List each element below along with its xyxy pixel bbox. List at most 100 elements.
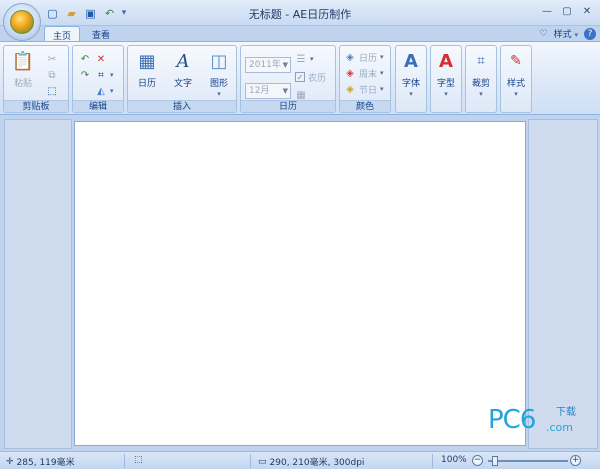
shapes-icon: ◫ xyxy=(210,50,228,72)
group-color: ◈ 日历 ▾ ◈ 周末 ▾ ◈ 节日 ▾ 颜色 xyxy=(339,45,391,113)
chevron-down-icon: ▾ xyxy=(479,90,483,98)
chevron-down-icon: ▾ xyxy=(380,85,384,93)
selection-icon: ⬚ xyxy=(47,85,57,97)
right-tools: ♡ 样式 ▾ ? xyxy=(540,27,596,40)
status-divider xyxy=(432,454,433,468)
maximize-button[interactable]: ▢ xyxy=(558,3,576,21)
color-day-button[interactable]: ◈ 日历 ▾ xyxy=(344,50,383,64)
font-type-label: 字型 xyxy=(436,79,455,89)
chevron-down-icon: ▾ xyxy=(409,90,413,98)
delete-button[interactable]: ✕ xyxy=(95,52,107,66)
page-size-value: 290, 210毫米, 300dpi xyxy=(269,458,365,468)
month-value: 12月 xyxy=(249,86,270,96)
window-controls: — ▢ ✕ xyxy=(538,3,596,21)
watermark-com: .com xyxy=(546,421,573,434)
frame-icon: ⌗ xyxy=(98,69,104,81)
undo-button[interactable]: ↶ xyxy=(79,52,91,66)
insert-calendar-label: 日历 xyxy=(137,79,156,89)
crop-button[interactable]: ⌗ 裁剪 ▾ xyxy=(466,49,496,99)
cursor-position: ✛ 285, 119毫米 xyxy=(6,455,75,469)
style-pen-icon: ✎ xyxy=(510,53,522,69)
zoom-in-button[interactable]: + xyxy=(570,455,581,466)
close-button[interactable]: ✕ xyxy=(578,3,596,21)
style-menu-label: 样式 xyxy=(553,30,572,40)
redo-arrow-icon: ↷ xyxy=(80,69,90,81)
color-weekend-button[interactable]: ◈ 周末 ▾ xyxy=(344,66,384,80)
crop-label: 裁剪 xyxy=(471,79,490,89)
checkbox-icon: ✓ xyxy=(295,72,305,82)
cursor-position-value: 285, 119毫米 xyxy=(16,458,75,468)
month-combo[interactable]: 12月 ▼ xyxy=(245,83,291,99)
paint-bucket-icon: ◈ xyxy=(346,83,354,95)
minimize-button[interactable]: — xyxy=(538,3,556,21)
watermark-logo: PC6 下载 .com xyxy=(488,403,588,437)
lunar-checkbox[interactable]: ✓ 农历 xyxy=(295,70,326,84)
group-font: A 字体 ▾ xyxy=(395,45,427,113)
copy-icon: ⧉ xyxy=(48,69,56,81)
watermark-main: PC6 xyxy=(488,405,536,435)
calendar-grid-icon: ▦ xyxy=(138,50,156,72)
align-button[interactable]: ◭ ▾ xyxy=(95,84,113,98)
crosshair-icon: ✛ xyxy=(6,456,14,467)
group-crop: ⌗ 裁剪 ▾ xyxy=(465,45,497,113)
app-logo-icon xyxy=(10,10,34,34)
chevron-down-icon: ▼ xyxy=(282,87,288,95)
chevron-down-icon: ▼ xyxy=(282,61,288,69)
cut-button[interactable]: ✂ xyxy=(46,52,58,66)
zoom-slider-thumb[interactable] xyxy=(491,456,498,466)
chevron-down-icon: ▾ xyxy=(380,69,384,77)
group-style: ✎ 样式 ▾ xyxy=(500,45,532,113)
tab-home[interactable]: 主页 xyxy=(44,26,81,42)
paint-bucket-icon: ◈ xyxy=(346,67,354,79)
ribbon-tabs: 主页 查看 xyxy=(44,26,118,42)
status-divider xyxy=(124,454,125,468)
page-size: ▭ 290, 210毫米, 300dpi xyxy=(258,455,365,469)
insert-shape-button[interactable]: ◫ 图形 ▾ xyxy=(204,49,234,99)
font-button[interactable]: A 字体 ▾ xyxy=(396,49,426,99)
group-label-color: 颜色 xyxy=(340,100,390,112)
year-value: 2011年 xyxy=(249,60,281,70)
year-combo[interactable]: 2011年 ▼ xyxy=(245,57,291,73)
color-day-label: 日历 xyxy=(359,53,378,64)
chevron-down-icon: ▾ xyxy=(444,90,448,98)
style-menu[interactable]: 样式 ▾ xyxy=(554,27,578,40)
zoom-out-button[interactable]: − xyxy=(472,455,483,466)
group-clipboard: 📋 粘贴 ✂ ⧉ ⬚ 剪贴板 xyxy=(3,45,69,113)
canvas-page[interactable] xyxy=(74,121,526,446)
paste-label: 粘贴 xyxy=(13,79,32,89)
insert-text-button[interactable]: A 文字 xyxy=(168,49,198,99)
title-bar: ▢ ▰ ▣ ↶ ▾ 无标题 - AE日历制作 — ▢ ✕ xyxy=(0,0,600,26)
window-title: 无标题 - AE日历制作 xyxy=(248,8,352,21)
color-holiday-button[interactable]: ◈ 节日 ▾ xyxy=(344,82,384,96)
delete-x-icon: ✕ xyxy=(96,53,106,65)
text-a-icon: A xyxy=(176,50,190,72)
select-all-button[interactable]: ⬚ xyxy=(46,84,58,98)
group-label-edit: 编辑 xyxy=(73,100,123,112)
help-icon[interactable]: ? xyxy=(584,27,596,40)
insert-calendar-button[interactable]: ▦ 日历 xyxy=(132,49,162,99)
chevron-down-icon: ▾ xyxy=(110,71,114,79)
tab-view[interactable]: 查看 xyxy=(84,26,118,42)
redo-button[interactable]: ↷ xyxy=(79,68,91,82)
paste-button[interactable]: 📋 粘贴 xyxy=(8,49,38,99)
style-button[interactable]: ✎ 样式 ▾ xyxy=(501,49,531,99)
undo-arrow-icon: ↶ xyxy=(80,53,90,65)
insert-text-label: 文字 xyxy=(173,79,192,89)
font-type-a-icon: A xyxy=(439,50,453,72)
selection-icon: ⬚ xyxy=(134,455,143,465)
chevron-down-icon: ▾ xyxy=(310,55,314,63)
heart-icon[interactable]: ♡ xyxy=(540,29,548,39)
frame-button[interactable]: ⌗ ▾ xyxy=(95,68,114,82)
crop-icon: ⌗ xyxy=(477,53,485,69)
style-label: 样式 xyxy=(506,79,525,89)
right-pane xyxy=(528,119,598,449)
copy-button[interactable]: ⧉ xyxy=(46,68,58,82)
left-pane xyxy=(4,119,72,449)
application-menu-button[interactable] xyxy=(3,3,41,41)
insert-shape-label: 图形 xyxy=(209,79,228,89)
zoom-slider[interactable] xyxy=(488,460,568,462)
color-weekend-label: 周末 xyxy=(359,69,378,80)
calendar-layout-button[interactable]: ☰ ▾ xyxy=(295,52,314,66)
font-type-button[interactable]: A 字型 ▾ xyxy=(431,49,461,99)
selection-indicator: ⬚ xyxy=(134,455,143,465)
